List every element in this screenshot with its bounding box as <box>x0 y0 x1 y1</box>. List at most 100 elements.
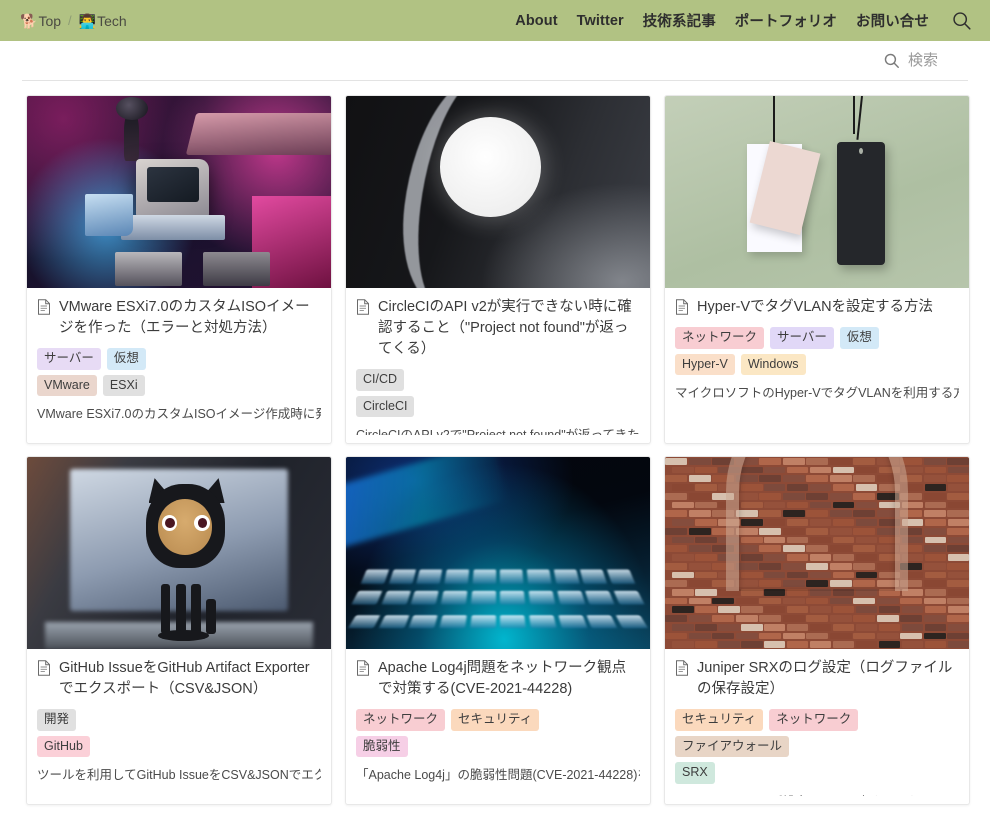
category-chip[interactable]: サーバー <box>37 348 101 370</box>
category-chip[interactable]: セキュリティ <box>675 709 764 731</box>
tag-chip[interactable]: ファイアウォール <box>675 735 790 758</box>
search-box[interactable] <box>883 52 968 69</box>
card-title-text: Juniper SRXのログ設定（ログファイルの保存設定） <box>697 660 953 698</box>
card-body: CircleCIのAPI v2が実行できない時に確認すること（"Project … <box>346 288 650 443</box>
card-tag-row: Hyper-V Windows <box>675 353 959 376</box>
breadcrumb-tech-label: Tech <box>97 12 127 29</box>
card-tag-row: GitHub <box>37 735 321 758</box>
search-icon <box>953 12 971 30</box>
card-thumbnail <box>27 96 331 288</box>
card-excerpt: ツールを利用してGitHub IssueをCSV&JSONでエクス <box>37 768 321 783</box>
tag-chip[interactable]: ESXi <box>102 374 145 397</box>
main-nav: About Twitter 技術系記事 ポートフォリオ お問い合せ <box>515 10 972 31</box>
breadcrumb: 🐕 Top / 👨‍💻 Tech <box>20 13 127 29</box>
article-card[interactable]: Hyper-VでタグVLANを設定する方法 ネットワーク サーバー 仮想 Hyp… <box>664 95 970 444</box>
dog-icon: 🐕 <box>20 12 38 29</box>
octocat-photo <box>27 457 331 649</box>
card-title-link[interactable]: Juniper SRXのログ設定（ログファイルの保存設定） <box>675 658 959 700</box>
card-title-link[interactable]: Apache Log4j問題をネットワーク観点で対策する(CVE-2021-44… <box>356 658 640 700</box>
breadcrumb-top-label: Top <box>38 12 62 29</box>
card-tag-row: SRX <box>675 762 959 784</box>
search-input[interactable] <box>908 52 968 69</box>
card-thumbnail <box>665 457 969 649</box>
tag-chip[interactable]: VMware <box>37 374 97 397</box>
card-excerpt: CircleCIのAPI v2で"Project not found"が返ってき… <box>356 426 640 435</box>
card-category-row: セキュリティ ネットワーク <box>675 709 959 731</box>
breadcrumb-separator: / <box>68 13 72 28</box>
article-card[interactable]: GitHub IssueをGitHub Artifact Exporterでエク… <box>26 456 332 805</box>
header-search-button[interactable] <box>951 10 972 31</box>
search-icon <box>884 53 899 68</box>
card-thumbnail <box>346 457 650 649</box>
tag-chip[interactable]: Windows <box>740 353 806 376</box>
nav-item-about[interactable]: About <box>515 13 557 29</box>
tag-chip[interactable]: CircleCI <box>356 395 415 418</box>
card-title-link[interactable]: CircleCIのAPI v2が実行できない時に確認すること（"Project … <box>356 297 640 360</box>
category-chip[interactable]: ネットワーク <box>769 709 859 731</box>
nav-item-portfolio[interactable]: ポートフォリオ <box>735 10 837 31</box>
category-chip[interactable]: ネットワーク <box>675 327 765 349</box>
document-icon <box>676 299 688 315</box>
brick-wall-photo <box>665 457 969 649</box>
card-category-row: ネットワーク セキュリティ <box>356 709 640 731</box>
category-chip[interactable]: 仮想 <box>106 348 146 370</box>
card-tag-row: ファイアウォール <box>675 735 959 758</box>
article-card[interactable]: VMware ESXi7.0のカスタムISOイメージを作った（エラーと対処方法）… <box>26 95 332 444</box>
card-body: VMware ESXi7.0のカスタムISOイメージを作った（エラーと対処方法）… <box>27 288 331 432</box>
document-icon <box>38 660 50 676</box>
nav-item-tech-articles[interactable]: 技術系記事 <box>643 10 716 31</box>
card-thumbnail <box>665 96 969 288</box>
card-excerpt: マイクロソフトのHyper-VでタグVLANを利用する方法 <box>675 386 959 401</box>
card-title-link[interactable]: Hyper-VでタグVLANを設定する方法 <box>675 297 959 318</box>
card-title-link[interactable]: GitHub IssueをGitHub Artifact Exporterでエク… <box>37 658 321 700</box>
nav-item-twitter[interactable]: Twitter <box>577 13 624 29</box>
tag-chip[interactable]: GitHub <box>37 735 90 758</box>
document-icon <box>676 660 688 676</box>
card-title-link[interactable]: VMware ESXi7.0のカスタムISOイメージを作った（エラーと対処方法） <box>37 297 321 339</box>
article-card[interactable]: Apache Log4j問題をネットワーク観点で対策する(CVE-2021-44… <box>345 456 651 805</box>
article-card[interactable]: Juniper SRXのログ設定（ログファイルの保存設定） セキュリティ ネット… <box>664 456 970 805</box>
card-tag-row: CircleCI <box>356 395 640 418</box>
category-chip[interactable]: CI/CD <box>356 369 405 391</box>
card-title-text: VMware ESXi7.0のカスタムISOイメージを作った（エラーと対処方法） <box>59 299 310 337</box>
category-chip[interactable]: セキュリティ <box>451 709 540 731</box>
card-excerpt: VMware ESXi7.0のカスタムISOイメージ作成時に発生 <box>37 407 321 422</box>
blue-keyboard-photo <box>346 457 650 649</box>
dark-circle-photo <box>346 96 650 288</box>
tag-chip[interactable]: Hyper-V <box>675 353 735 376</box>
card-body: Hyper-VでタグVLANを設定する方法 ネットワーク サーバー 仮想 Hyp… <box>665 288 969 411</box>
card-tag-row: VMware ESXi <box>37 374 321 397</box>
breadcrumb-top[interactable]: 🐕 Top <box>20 13 61 29</box>
card-thumbnail <box>27 457 331 649</box>
article-grid: VMware ESXi7.0のカスタムISOイメージを作った（エラーと対処方法）… <box>0 81 990 805</box>
card-thumbnail <box>346 96 650 288</box>
document-icon <box>38 299 50 315</box>
card-title-text: CircleCIのAPI v2が実行できない時に確認すること（"Project … <box>378 299 632 358</box>
tag-chip[interactable]: SRX <box>675 762 715 784</box>
card-title-text: Apache Log4j問題をネットワーク観点で対策する(CVE-2021-44… <box>378 660 627 698</box>
card-category-row: CI/CD <box>356 369 640 391</box>
card-body: GitHub IssueをGitHub Artifact Exporterでエク… <box>27 649 331 793</box>
document-icon <box>357 299 369 315</box>
nav-item-contact[interactable]: お問い合せ <box>856 10 929 31</box>
category-chip[interactable]: 開発 <box>37 709 77 731</box>
search-bar-row <box>0 41 990 80</box>
card-category-row: ネットワーク サーバー 仮想 <box>675 327 959 349</box>
site-header: 🐕 Top / 👨‍💻 Tech About Twitter 技術系記事 ポート… <box>0 0 990 41</box>
article-card[interactable]: CircleCIのAPI v2が実行できない時に確認すること（"Project … <box>345 95 651 444</box>
card-tag-row: 脆弱性 <box>356 735 640 758</box>
card-category-row: サーバー 仮想 <box>37 348 321 370</box>
hanging-tags-photo <box>665 96 969 288</box>
card-body: Juniper SRXのログ設定（ログファイルの保存設定） セキュリティ ネット… <box>665 649 969 804</box>
tag-chip[interactable]: 脆弱性 <box>356 735 408 758</box>
category-chip[interactable]: サーバー <box>770 327 834 349</box>
category-chip[interactable]: 仮想 <box>839 327 879 349</box>
document-icon <box>357 660 369 676</box>
breadcrumb-tech[interactable]: 👨‍💻 Tech <box>79 13 127 29</box>
card-body: Apache Log4j問題をネットワーク観点で対策する(CVE-2021-44… <box>346 649 650 793</box>
card-category-row: 開発 <box>37 709 321 731</box>
card-excerpt: Juniper SRXのログ設定について書きました。 <box>675 793 959 796</box>
retro-computers-photo <box>27 96 331 288</box>
category-chip[interactable]: ネットワーク <box>356 709 446 731</box>
card-title-text: Hyper-VでタグVLANを設定する方法 <box>697 299 934 315</box>
